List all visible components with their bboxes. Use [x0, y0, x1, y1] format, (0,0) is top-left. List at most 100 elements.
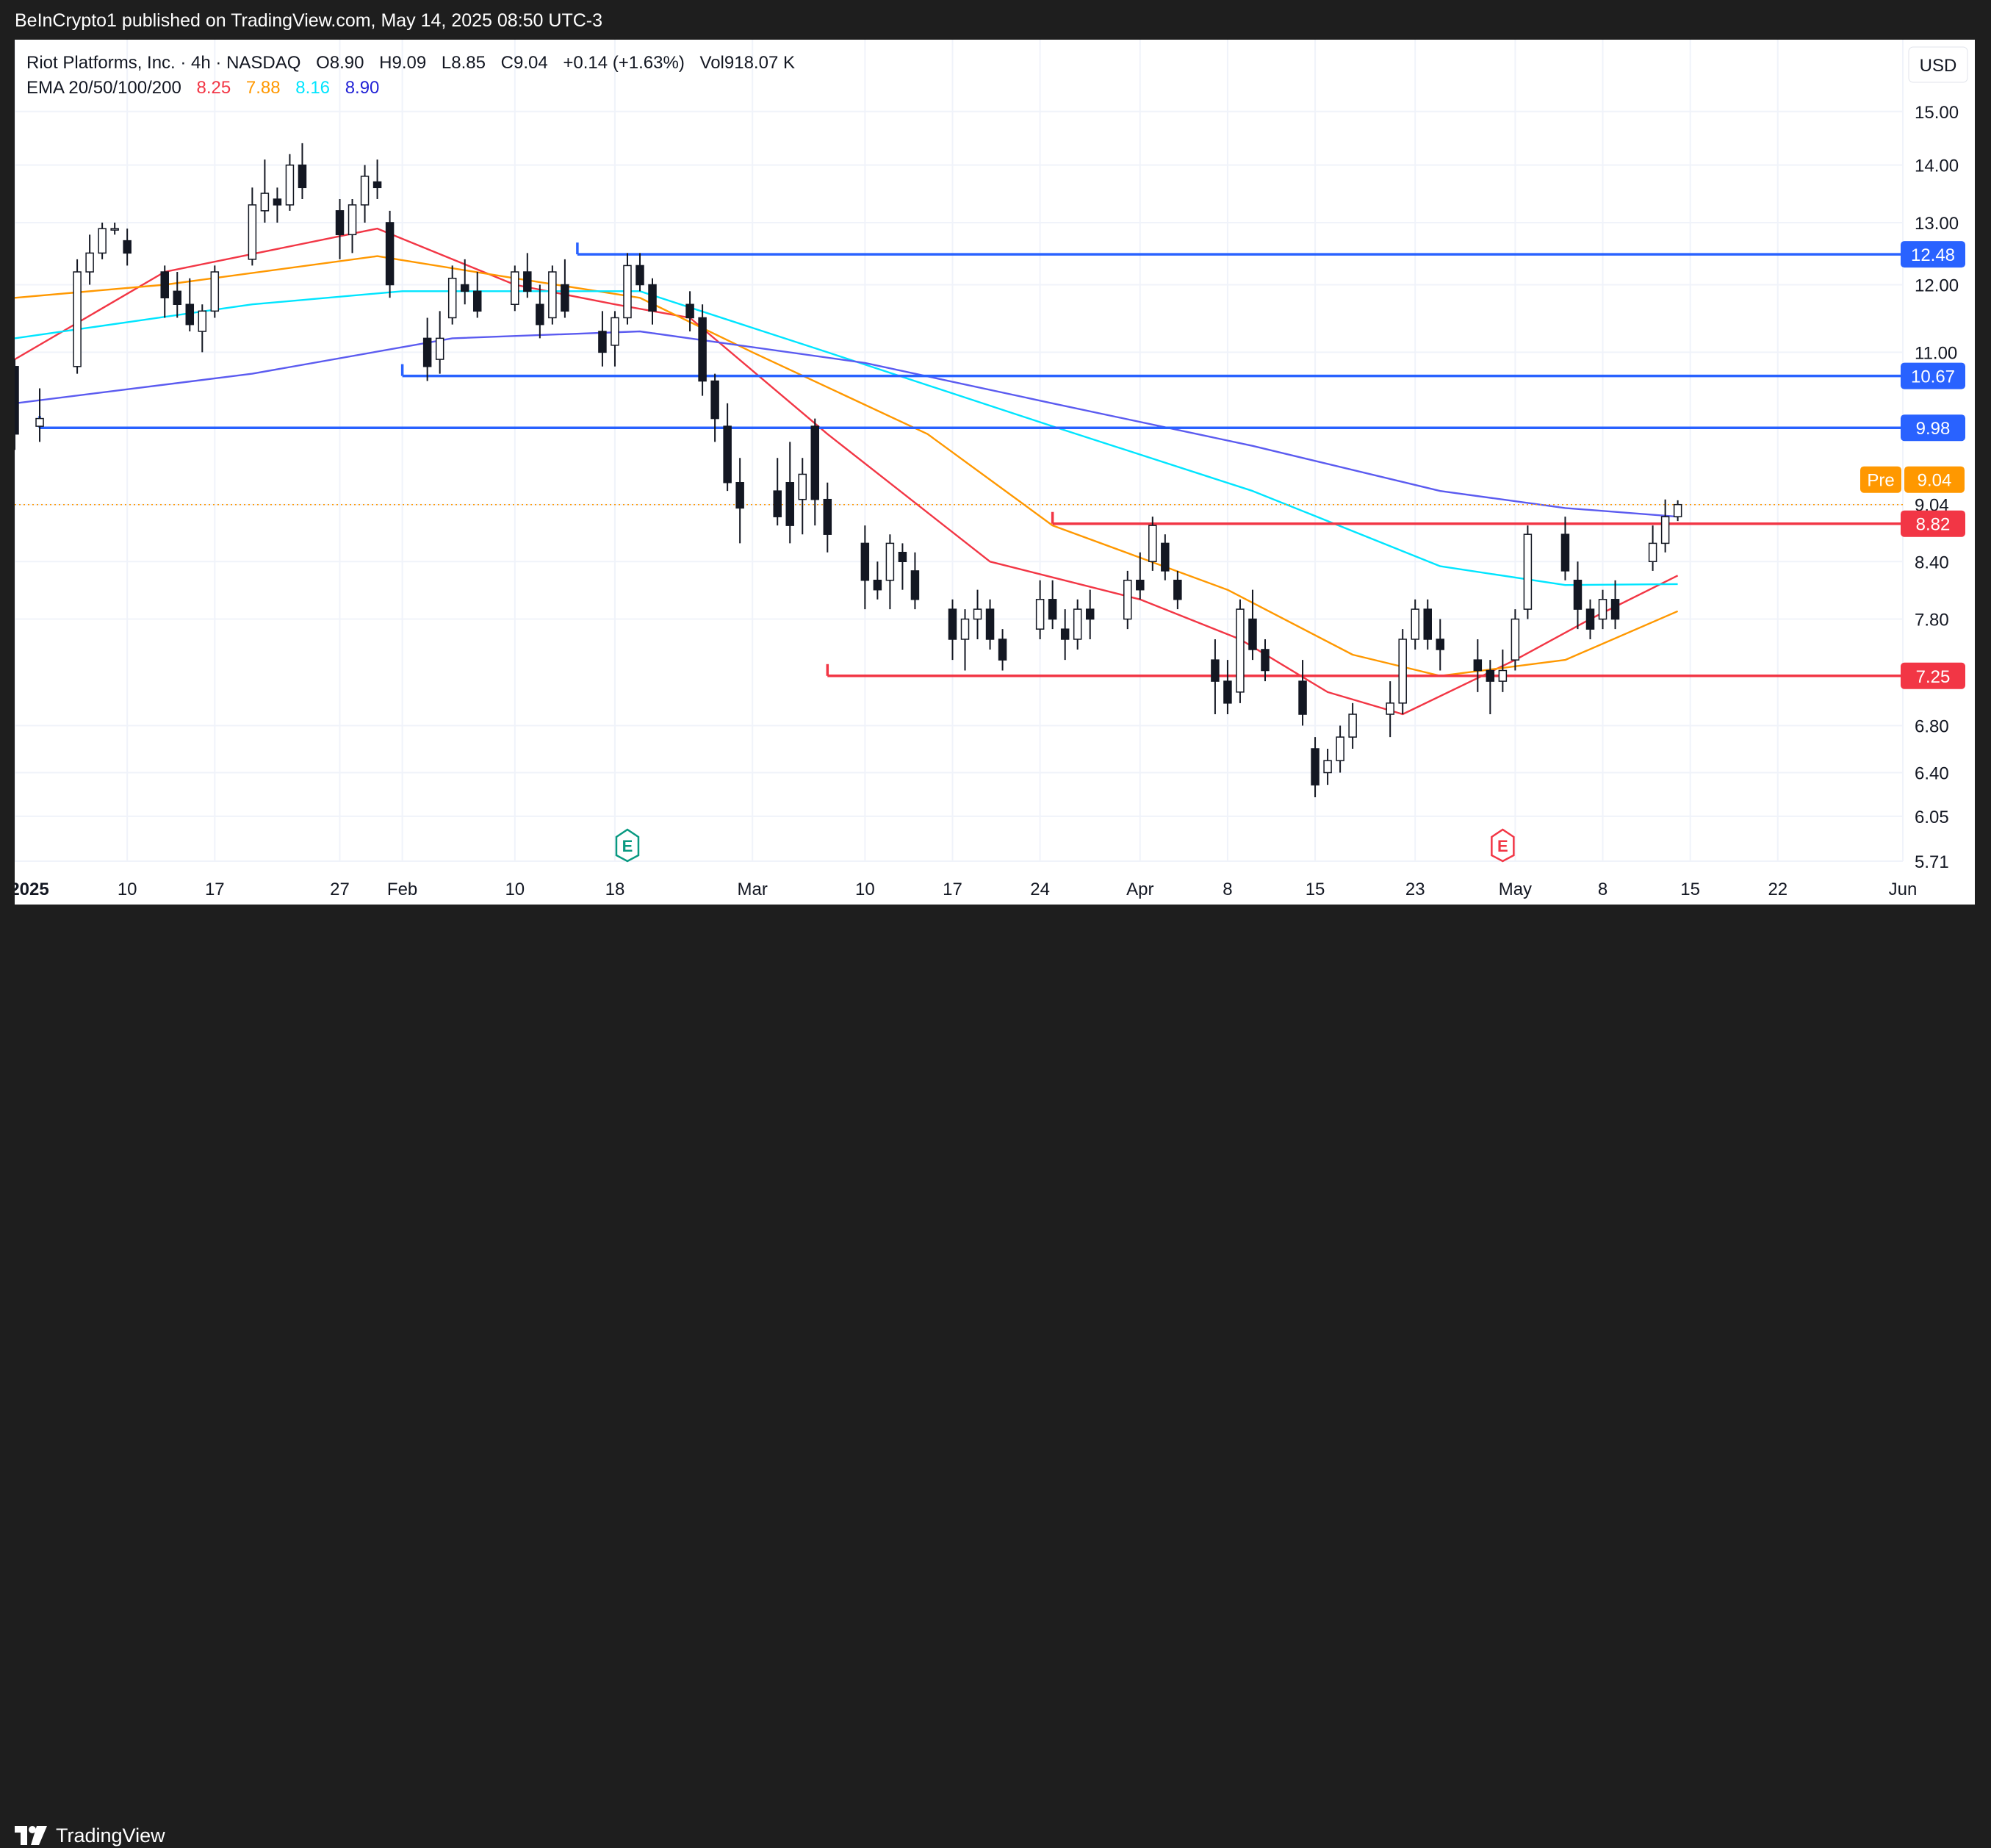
candle-body — [998, 639, 1007, 661]
candle-body — [960, 618, 970, 640]
candle-body — [723, 425, 732, 483]
x-tick-label: 17 — [205, 880, 225, 899]
ema20-value: 8.25 — [197, 78, 231, 98]
candle — [1473, 639, 1483, 692]
candle — [1060, 609, 1070, 661]
candle — [110, 222, 119, 235]
candle-body — [910, 570, 920, 600]
candle-body — [1336, 736, 1344, 761]
candle-body — [1436, 639, 1445, 650]
price-chart[interactable]: EE 15.0014.0013.0012.0011.009.048.407.80… — [10, 40, 1975, 905]
candle — [873, 561, 882, 600]
x-tick-label: 10 — [855, 880, 875, 899]
candle — [173, 272, 182, 318]
candle — [422, 317, 432, 381]
x-tick-label: 27 — [330, 880, 350, 899]
x-tick-label: May — [1499, 880, 1532, 899]
candle — [1560, 517, 1570, 580]
candle-body — [1411, 608, 1419, 640]
x-tick-label: 24 — [1030, 880, 1050, 899]
candle — [948, 599, 957, 661]
candle-body — [198, 310, 207, 332]
earnings-marker: E — [615, 828, 640, 863]
candle-body — [536, 303, 544, 326]
candle-body — [1298, 680, 1307, 715]
candle — [985, 599, 995, 650]
level-label: 8.82 — [1916, 515, 1951, 535]
candle-body — [1048, 599, 1057, 620]
pre-label: Pre — [1867, 471, 1894, 491]
candle-body — [210, 271, 220, 312]
candle — [160, 265, 169, 318]
x-tick-label: 2025 — [15, 880, 49, 899]
candle-body — [1173, 579, 1182, 600]
time-axis: 2025 10 17 27 Feb 10 18 Mar 10 17 24 Apr 8 15 23 May 8 15… — [10, 880, 1917, 899]
candle — [1223, 660, 1232, 715]
candle — [773, 458, 782, 526]
x-tick-label: 22 — [1768, 880, 1787, 899]
tradingview-brand: TradingView — [56, 1824, 165, 1847]
candle-body — [611, 317, 619, 346]
candle-body — [285, 164, 295, 206]
svg-text:EMA 20/50/100/200 8.25: EMA 20/50/100/200 8.25 7.88 8.16 8.90 — [26, 78, 379, 98]
candle-body — [435, 337, 444, 360]
x-tick-label: 10 — [118, 880, 137, 899]
candle-body — [798, 473, 807, 500]
candle — [710, 373, 719, 442]
candle — [523, 253, 532, 298]
candles — [10, 143, 1682, 798]
candle-body — [1423, 608, 1432, 640]
candle — [1298, 660, 1307, 726]
candle — [210, 265, 220, 318]
candle-body — [73, 271, 82, 367]
candle — [1610, 580, 1620, 630]
pre-value-label: 9.04 — [1918, 471, 1952, 491]
currency-button[interactable]: USD — [1908, 46, 1968, 83]
chart-grid — [14, 40, 1904, 862]
level-lines — [15, 242, 1903, 677]
candle — [1648, 525, 1657, 571]
candle-body — [523, 271, 532, 292]
x-tick-label: 10 — [505, 880, 525, 899]
candle-body — [1060, 628, 1070, 640]
candle-body — [623, 265, 632, 319]
candle-body — [1236, 608, 1245, 693]
candle-body — [898, 552, 907, 563]
earnings-marker-label: E — [622, 837, 633, 855]
candle-body — [35, 417, 44, 427]
ema100-value: 8.16 — [295, 78, 330, 98]
tradingview-logo[interactable]: TradingView — [15, 1823, 165, 1848]
candle — [561, 259, 569, 318]
y-tick-label: 13.00 — [1915, 214, 1959, 234]
candle-body — [160, 271, 169, 299]
x-tick-label: 17 — [943, 880, 962, 899]
candle — [1323, 748, 1332, 785]
candle-body — [1498, 669, 1508, 682]
candle — [185, 278, 195, 331]
footer-bar: TradingView — [0, 905, 1991, 1847]
candle — [73, 259, 82, 374]
candle-body — [698, 317, 707, 382]
candle — [10, 359, 19, 450]
candle-body — [385, 222, 395, 286]
candle-body — [185, 303, 195, 326]
open-value: 8.90 — [330, 53, 364, 73]
candle — [1423, 599, 1432, 650]
earnings-marker-label: E — [1497, 837, 1508, 855]
chart-frame[interactable]: EE 15.00 14.00 13.00 12.00 11.00 9.04 8.40 7.80… — [10, 40, 1975, 905]
y-tick-label: 11.00 — [1915, 343, 1957, 363]
candle-body — [1073, 608, 1082, 640]
candle-body — [1610, 599, 1620, 620]
y-tick-label: 7.80 — [1915, 611, 1949, 630]
candle-body — [511, 271, 519, 305]
candle — [1486, 660, 1495, 715]
low-value: 8.85 — [451, 53, 486, 73]
candle-body — [1148, 525, 1157, 563]
svg-text:Riot Platforms, Inc. · 4h · NA: Riot Platforms, Inc. · 4h · NASDAQ O8.90… — [26, 53, 795, 73]
candle-body — [10, 366, 19, 435]
candle-body — [1573, 579, 1583, 610]
candle — [35, 388, 44, 442]
candle — [123, 229, 132, 266]
candle-body — [173, 290, 182, 305]
candle-body — [823, 498, 832, 535]
